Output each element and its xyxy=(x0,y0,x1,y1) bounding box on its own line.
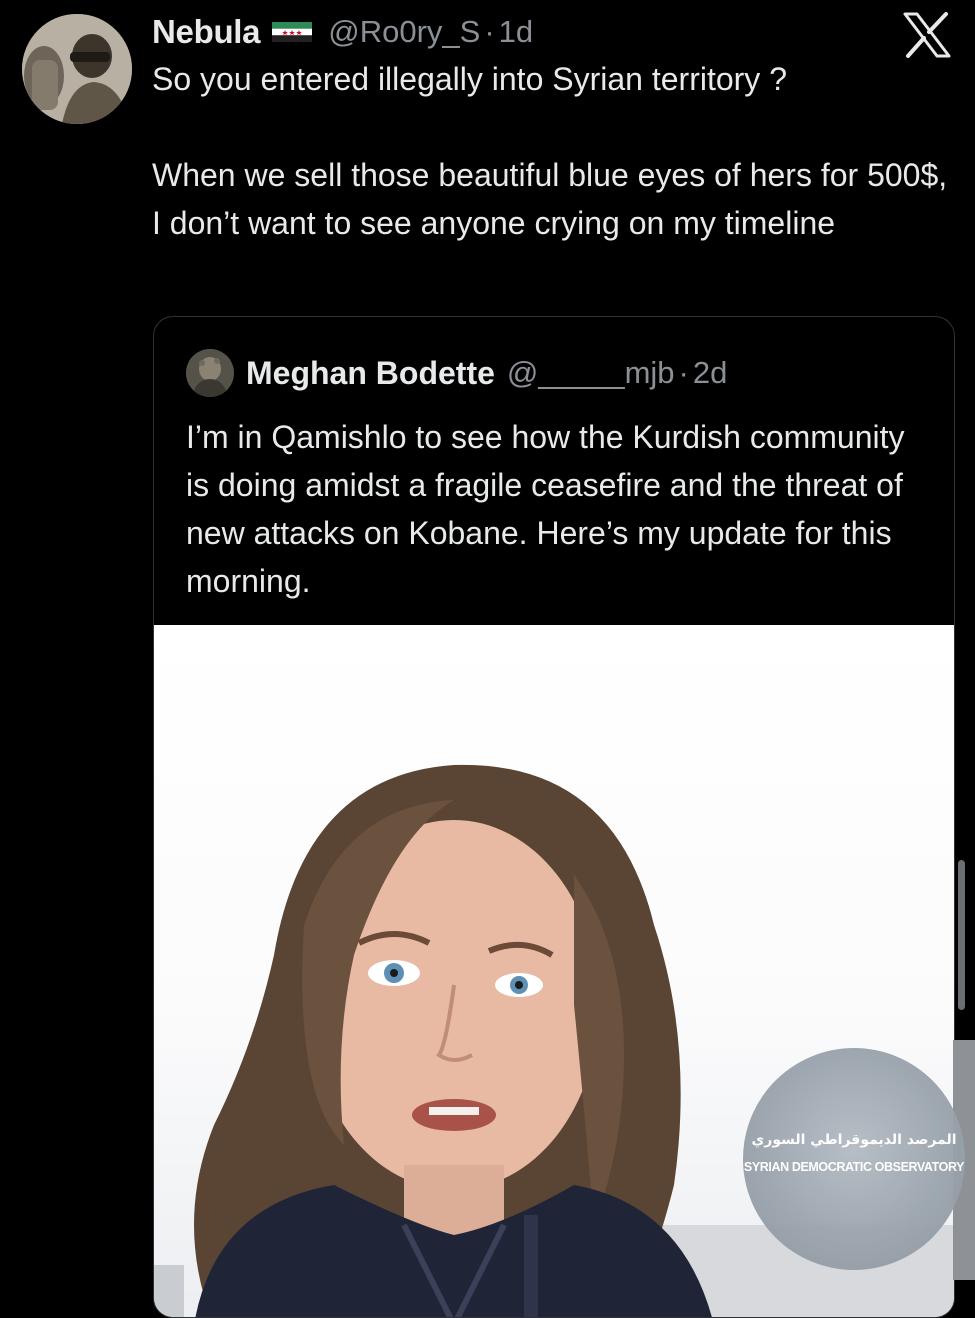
x-logo-icon[interactable] xyxy=(902,12,952,58)
quoted-author-avatar[interactable] xyxy=(186,349,234,397)
watermark-english-text: SYRIAN DEMOCRATIC OBSERVATORY xyxy=(743,1160,965,1174)
header-separator: · xyxy=(484,14,495,49)
quoted-header-separator: · xyxy=(678,355,689,390)
author-avatar[interactable] xyxy=(22,14,132,124)
watermark-logo: المرصد الديموقراطي السوري SYRIAN DEMOCRA… xyxy=(743,1048,965,1270)
quoted-tweet-text: I’m in Qamishlo to see how the Kurdish c… xyxy=(186,419,905,599)
syria-flag-icon xyxy=(272,22,313,42)
scrollbar-thumb[interactable] xyxy=(958,860,965,1010)
author-display-name[interactable]: Nebula xyxy=(152,13,261,51)
quoted-author-handle[interactable]: @_____mjb xyxy=(507,355,675,391)
avatar-image xyxy=(22,14,132,124)
tweet-paragraph: When we sell those beautiful blue eyes o… xyxy=(152,157,948,241)
tweet-text: So you entered illegally into Syrian ter… xyxy=(152,55,952,247)
quoted-author-display-name[interactable]: Meghan Bodette xyxy=(246,355,495,392)
author-handle[interactable]: @Ro0ry_S xyxy=(328,14,480,50)
watermark-arabic-text: المرصد الديموقراطي السوري xyxy=(751,1132,957,1148)
tweet-age[interactable]: 1d xyxy=(499,14,533,50)
tweet-paragraph: So you entered illegally into Syrian ter… xyxy=(152,61,787,97)
tweet-header: Nebula @Ro0ry_S · 1d xyxy=(152,8,533,56)
quoted-tweet-age[interactable]: 2d xyxy=(693,355,727,391)
quoted-tweet-header: Meghan Bodette @_____mjb · 2d xyxy=(186,349,727,397)
